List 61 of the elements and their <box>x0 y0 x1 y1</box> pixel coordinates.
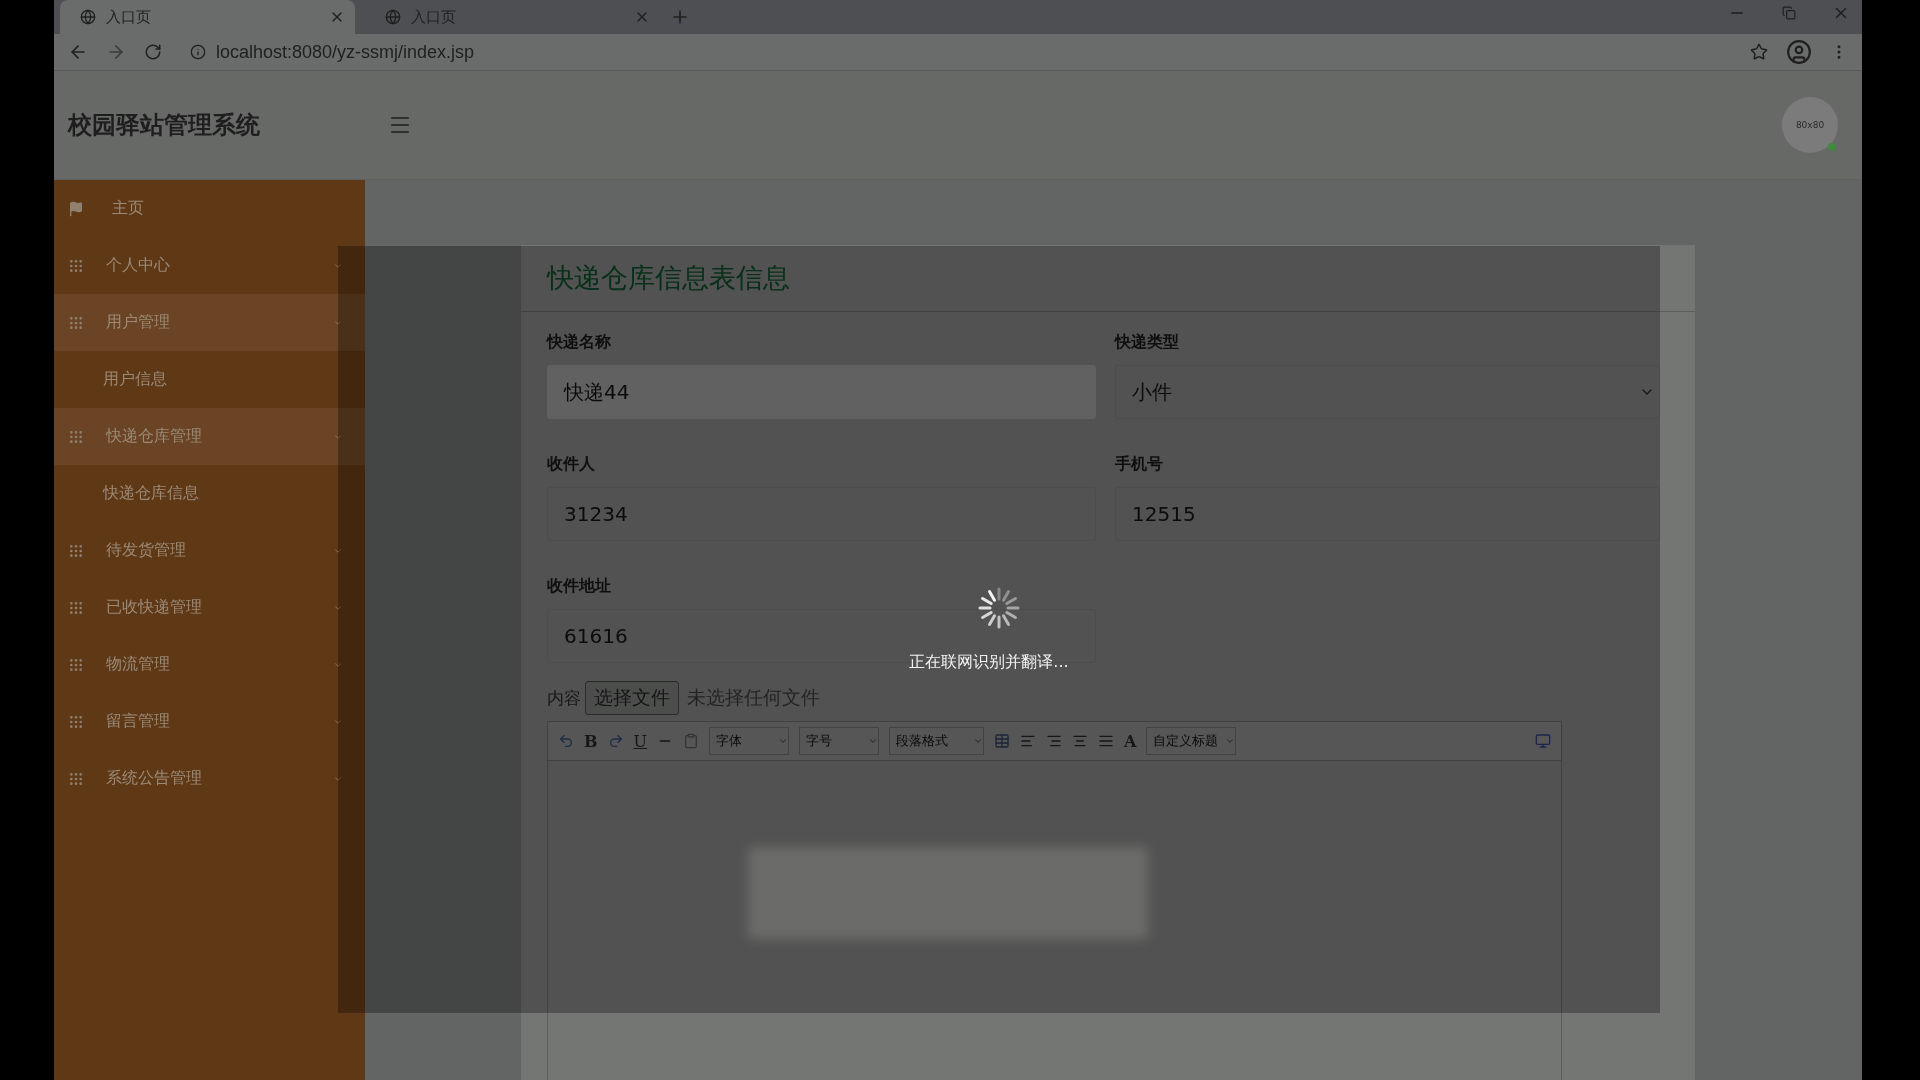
info-icon <box>190 44 206 60</box>
input-field[interactable]: 31234 <box>547 487 1096 541</box>
field-label: 手机号 <box>1115 454 1164 475</box>
choose-file-button[interactable]: 选择文件 <box>585 681 679 715</box>
online-dot <box>1828 143 1836 151</box>
toolbar-dropdown[interactable]: 段落格式 <box>889 727 984 755</box>
redo-icon[interactable] <box>607 733 624 749</box>
field-label: 快递名称 <box>547 332 612 353</box>
toolbar-dropdown[interactable]: 字体 <box>709 727 789 755</box>
input-field[interactable]: 快递44 <box>547 365 1096 419</box>
star-icon[interactable] <box>1750 43 1768 61</box>
field-label: 内容 <box>547 686 581 710</box>
undo-icon[interactable] <box>558 733 574 749</box>
sidebar-item[interactable]: 用户管理 <box>54 294 365 351</box>
sidebar-item[interactable]: 快递仓库管理 <box>54 408 365 465</box>
field-label: 收件地址 <box>547 576 612 597</box>
profile-icon[interactable] <box>1786 39 1812 65</box>
grid-icon <box>68 542 84 559</box>
sidebar-item[interactable]: 物流管理 <box>54 636 365 693</box>
grid-icon <box>68 428 84 445</box>
sidebar-subitem[interactable]: 用户信息 <box>54 351 365 408</box>
sidebar-subitem[interactable]: 快递仓库信息 <box>54 465 365 522</box>
toolbar-dropdown[interactable]: 自定义标题 <box>1146 727 1237 755</box>
underline-button[interactable]: U <box>633 731 647 751</box>
app-title: 校园驿站管理系统 <box>68 110 261 141</box>
grid-icon <box>68 257 84 274</box>
align-right-icon[interactable] <box>1046 733 1062 749</box>
sidebar-item[interactable]: 系统公告管理 <box>54 750 365 807</box>
bold-button[interactable]: B <box>584 731 598 751</box>
paste-icon[interactable] <box>683 733 699 749</box>
browser-tab[interactable]: 入口页 <box>60 0 355 34</box>
flag-icon <box>68 200 84 217</box>
grid-icon <box>68 599 84 616</box>
font-color-button[interactable]: A <box>1124 731 1137 751</box>
reload-icon[interactable] <box>144 43 162 61</box>
sidebar-item[interactable]: 已收快递管理 <box>54 579 365 636</box>
table-icon[interactable] <box>994 733 1010 749</box>
grid-icon <box>68 713 84 730</box>
grid-icon <box>68 656 84 673</box>
input-field[interactable]: 12515 <box>1115 487 1660 541</box>
field-label: 收件人 <box>547 454 596 475</box>
align-center-icon[interactable] <box>1072 733 1088 749</box>
restore-icon[interactable] <box>1782 4 1796 22</box>
rich-text-editor[interactable]: B U 字体 字号 段落格式 A 自定义标题 <box>547 721 1562 1080</box>
align-justify-icon[interactable] <box>1098 733 1114 749</box>
align-left-icon[interactable] <box>1020 733 1036 749</box>
toolbar-dropdown[interactable]: 字号 <box>799 727 879 755</box>
sidebar-item[interactable]: 主页 <box>54 180 365 237</box>
select-field[interactable]: 小件 <box>1115 365 1660 419</box>
globe-icon <box>80 9 96 25</box>
globe-icon <box>385 9 401 25</box>
sidebar-item[interactable]: 待发货管理 <box>54 522 365 579</box>
sidebar-item[interactable]: 个人中心 <box>54 237 365 294</box>
sidebar-item[interactable]: 留言管理 <box>54 693 365 750</box>
grid-icon <box>68 314 84 331</box>
loading-spinner-icon <box>977 586 1021 630</box>
preview-icon[interactable] <box>1535 733 1551 749</box>
form-title: 快递仓库信息表信息 <box>547 261 790 295</box>
field-label: 快递类型 <box>1115 332 1180 353</box>
grid-icon <box>68 770 84 787</box>
avatar[interactable]: 80x80 <box>1782 97 1838 153</box>
